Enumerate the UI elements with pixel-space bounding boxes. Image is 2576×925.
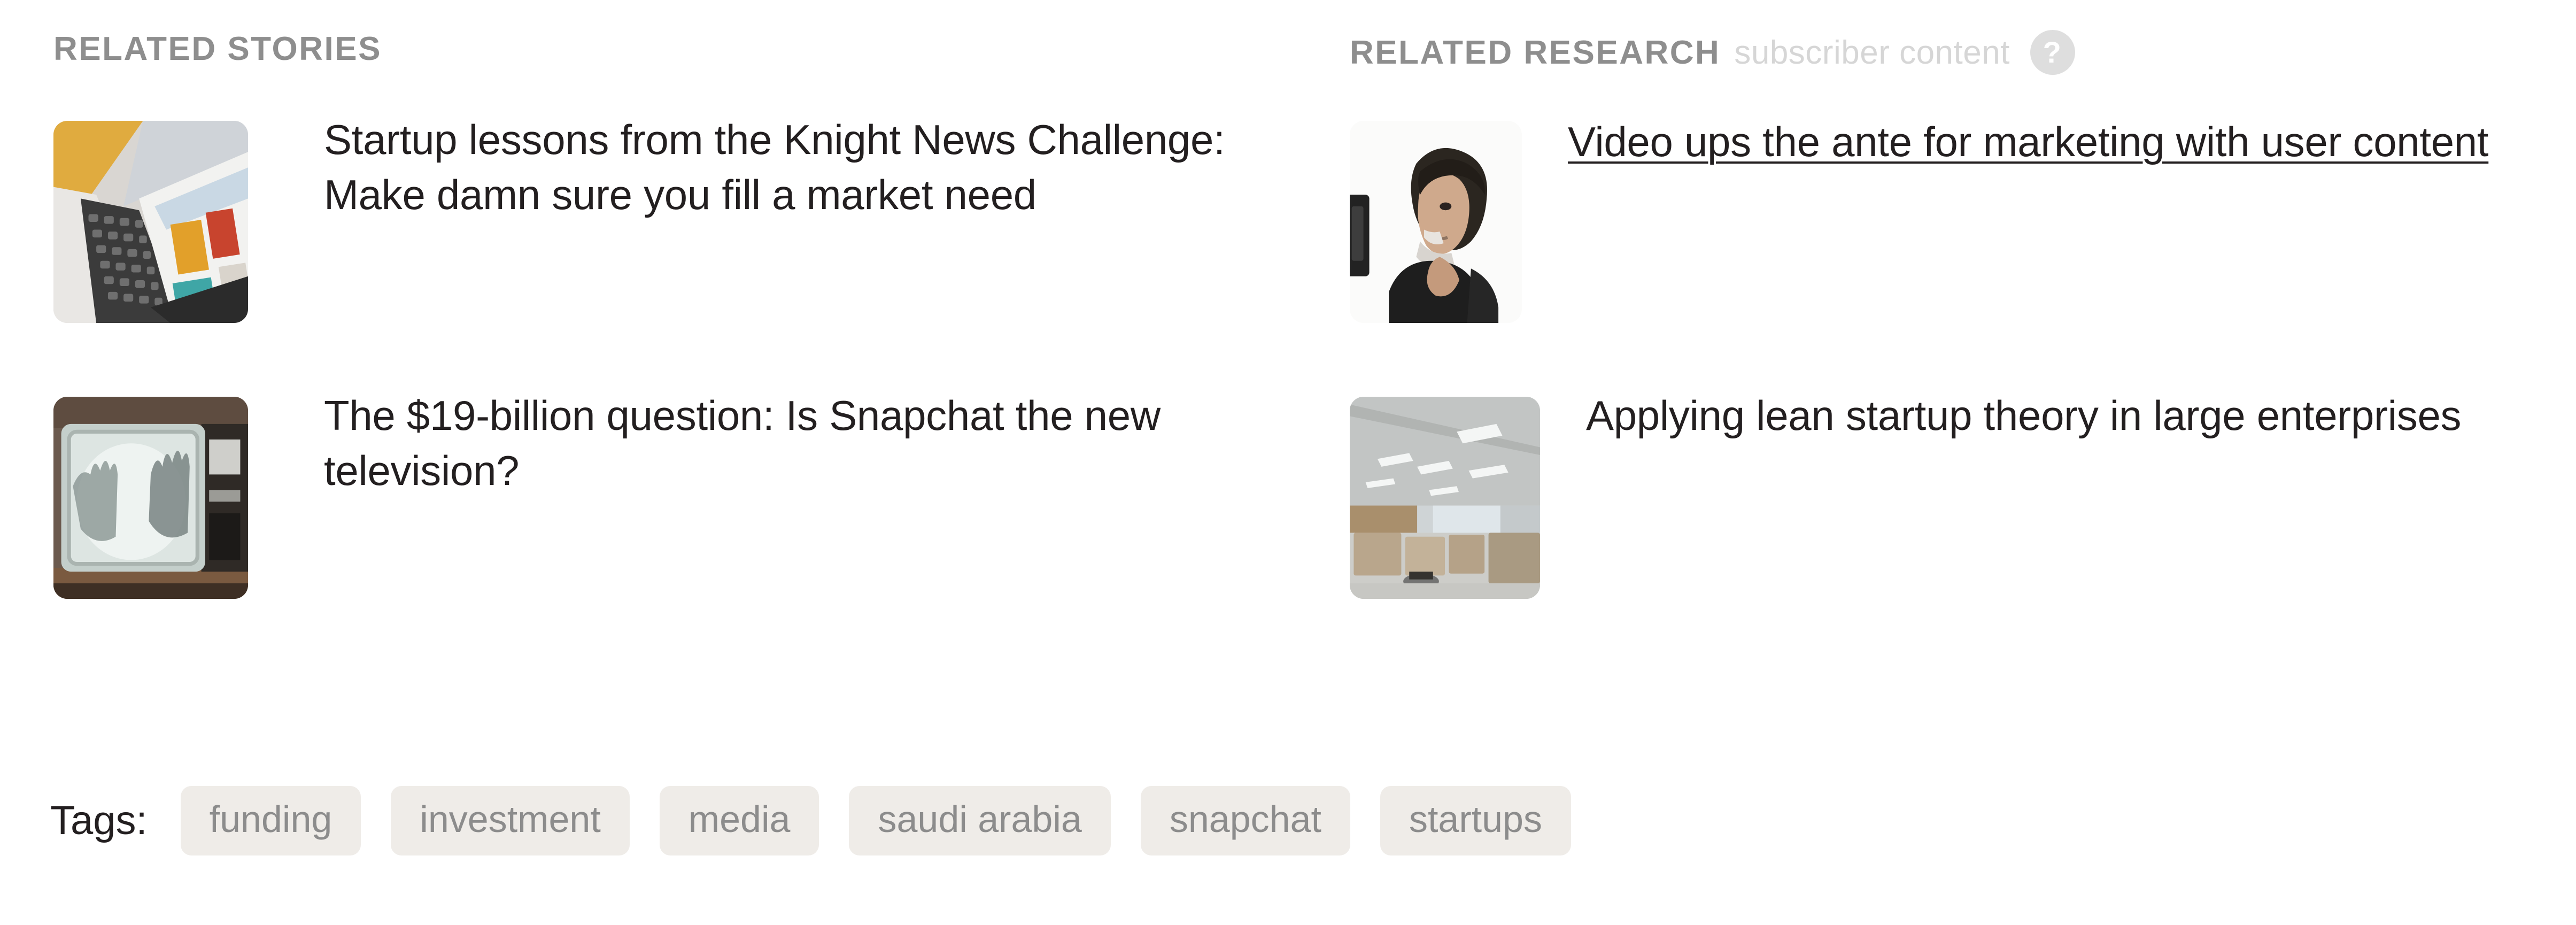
tag-startups[interactable]: startups [1380, 786, 1571, 855]
list-item-title[interactable]: The $19-billion question: Is Snapchat th… [324, 388, 1286, 498]
laptop-keyboard-and-tablet-thumbnail[interactable] [53, 121, 248, 323]
open-plan-office-interior-thumbnail[interactable] [1350, 397, 1540, 599]
list-item-title[interactable]: Video ups the ante for marketing with us… [1568, 114, 2573, 169]
tag-snapchat[interactable]: snapchat [1140, 786, 1350, 855]
tag-saudi-arabia[interactable]: saudi arabia [849, 786, 1111, 855]
tag-media[interactable]: media [659, 786, 819, 855]
tags-label: Tags: [50, 798, 148, 844]
tag-funding[interactable]: funding [180, 786, 361, 855]
list-item[interactable]: Startup lessons from the Knight News Cha… [53, 116, 1233, 323]
list-item[interactable]: Applying lean startup theory in large en… [1350, 392, 2527, 599]
list-item-title[interactable]: Applying lean startup theory in large en… [1586, 388, 2527, 443]
related-research-header-label: Related Research [1350, 34, 1721, 71]
person-holding-phone-thumbnail[interactable] [1350, 121, 1522, 323]
help-icon[interactable]: ? [2030, 30, 2075, 75]
related-content-panel: Related Stories Related Research subscri… [0, 0, 2576, 925]
related-stories-header: Related Stories [53, 30, 382, 68]
list-item[interactable]: The $19-billion question: Is Snapchat th… [53, 392, 1286, 599]
list-item-title[interactable]: Startup lessons from the Knight News Cha… [324, 112, 1233, 222]
old-television-with-hands-thumbnail[interactable] [53, 397, 248, 599]
tags-row: Tags: funding investment media saudi ara… [50, 786, 1571, 855]
related-research-header: Related Research subscriber content ? [1350, 30, 2075, 75]
tag-investment[interactable]: investment [391, 786, 630, 855]
subscriber-content-label: subscriber content [1734, 34, 2010, 71]
related-stories-header-label: Related Stories [53, 30, 382, 67]
list-item[interactable]: Video ups the ante for marketing with us… [1350, 118, 2573, 323]
